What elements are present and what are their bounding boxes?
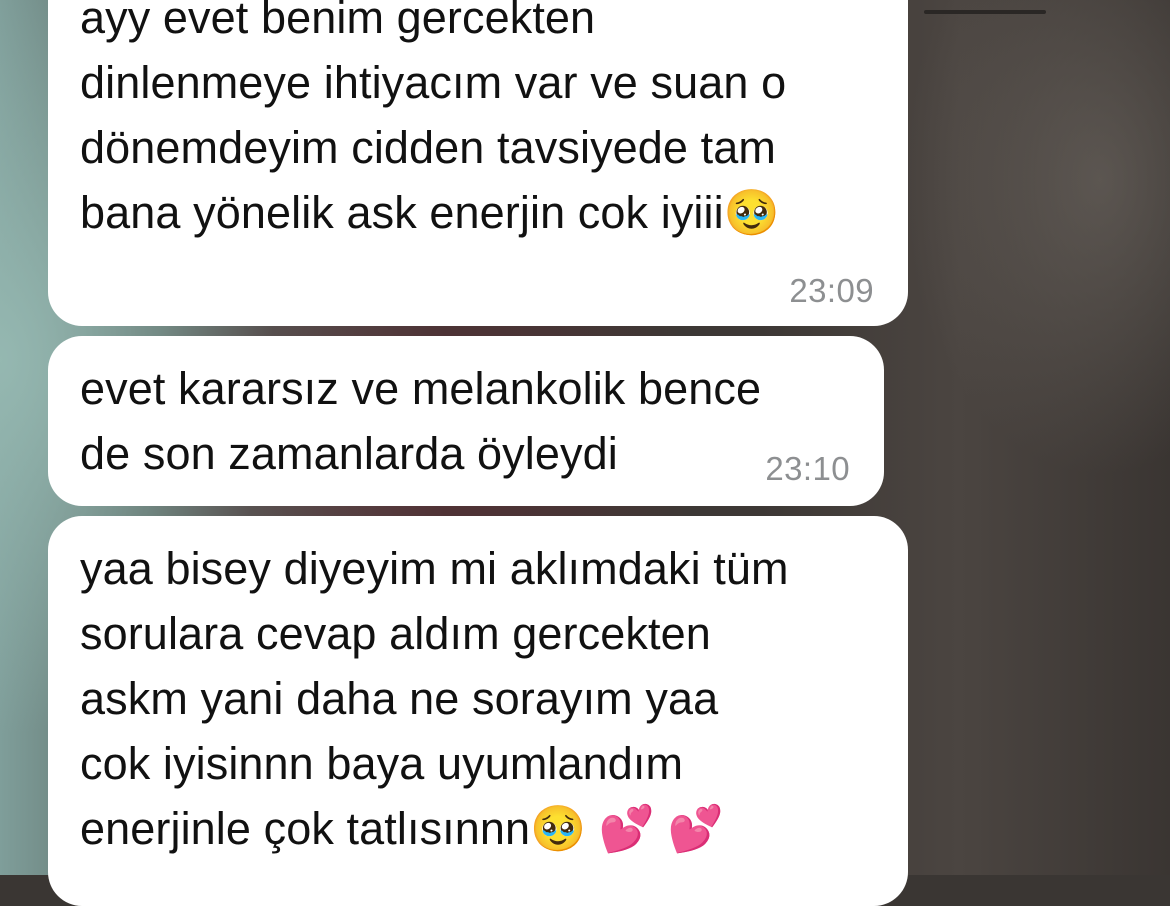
- message-bubble[interactable]: evet kararsız ve melankolik bence de son…: [48, 336, 884, 506]
- message-bubble[interactable]: ayy evet benim gercekten dinlenmeye ihti…: [48, 0, 908, 326]
- chat-thread[interactable]: ayy evet benim gercekten dinlenmeye ihti…: [0, 0, 1170, 906]
- message-text: yaa bisey diyeyim mi aklımdaki tüm sorul…: [80, 543, 789, 854]
- message-text: evet kararsız ve melankolik bence de son…: [80, 363, 762, 479]
- message-bubble[interactable]: yaa bisey diyeyim mi aklımdaki tüm sorul…: [48, 516, 908, 906]
- message-text: ayy evet benim gercekten dinlenmeye ihti…: [80, 0, 787, 238]
- message-timestamp: 23:09: [789, 272, 874, 309]
- message-timestamp: 23:10: [765, 450, 850, 487]
